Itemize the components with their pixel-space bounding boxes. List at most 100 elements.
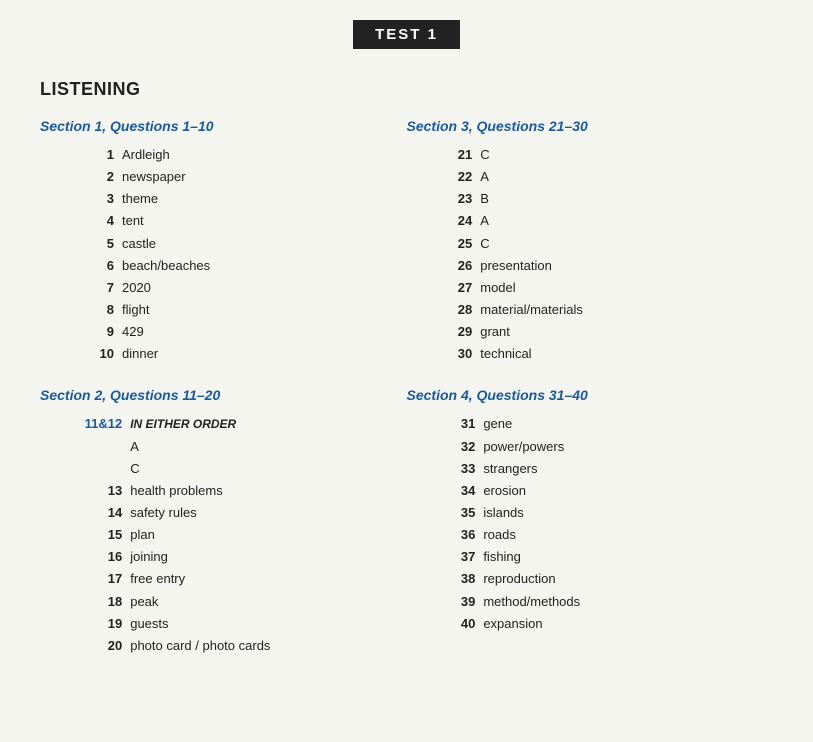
table-row: A [40,436,407,458]
question-answer: expansion [479,613,773,635]
question-answer: joining [126,546,406,568]
section2-table: 11&12IN EITHER ORDERAC13health problems1… [40,413,407,657]
question-number: 13 [40,480,126,502]
question-answer: A [476,210,773,232]
question-answer: Ardleigh [118,144,407,166]
section1-table: 1Ardleigh2newspaper3theme4tent5castle6be… [40,144,407,365]
question-number: 26 [407,255,477,277]
question-answer: A [126,436,406,458]
question-number: 8 [40,299,118,321]
question-number: 15 [40,524,126,546]
question-number: 37 [407,546,480,568]
left-column: Section 1, Questions 1–10 1Ardleigh2news… [40,118,407,679]
question-answer: dinner [118,343,407,365]
question-answer: beach/beaches [118,255,407,277]
table-row: 24A [407,210,774,232]
table-row: 36roads [407,524,774,546]
section1-heading: Section 1, Questions 1–10 [40,118,407,134]
section4-table: 31gene32power/powers33strangers34erosion… [407,413,774,634]
question-answer: reproduction [479,568,773,590]
table-row: 6beach/beaches [40,255,407,277]
question-answer: roads [479,524,773,546]
question-number: 30 [407,343,477,365]
table-row: 32power/powers [407,436,774,458]
table-row: 26presentation [407,255,774,277]
table-row: 39method/methods [407,591,774,613]
question-number: 34 [407,480,480,502]
question-answer: peak [126,591,406,613]
table-row: 2newspaper [40,166,407,188]
table-row: 14safety rules [40,502,407,524]
question-number: 4 [40,210,118,232]
table-row: 28material/materials [407,299,774,321]
question-number: 17 [40,568,126,590]
question-number: 1 [40,144,118,166]
question-answer: safety rules [126,502,406,524]
question-number: 35 [407,502,480,524]
question-number [40,458,126,480]
question-answer: model [476,277,773,299]
question-answer: C [476,233,773,255]
question-answer: photo card / photo cards [126,635,406,657]
section4-heading: Section 4, Questions 31–40 [407,387,774,403]
question-number: 3 [40,188,118,210]
question-number: 20 [40,635,126,657]
question-number: 16 [40,546,126,568]
table-row: 35islands [407,502,774,524]
question-answer: power/powers [479,436,773,458]
question-number: 28 [407,299,477,321]
question-number: 7 [40,277,118,299]
table-row: 30technical [407,343,774,365]
table-row: 40expansion [407,613,774,635]
question-answer: C [126,458,406,480]
table-row: 17free entry [40,568,407,590]
question-answer: C [476,144,773,166]
table-row: 31gene [407,413,774,435]
question-number: 18 [40,591,126,613]
table-row: 38reproduction [407,568,774,590]
question-answer: erosion [479,480,773,502]
question-number: 25 [407,233,477,255]
question-number [40,436,126,458]
table-row: 21C [407,144,774,166]
question-answer: islands [479,502,773,524]
table-row: 16joining [40,546,407,568]
table-row: 23B [407,188,774,210]
table-row: 3theme [40,188,407,210]
table-row: 1Ardleigh [40,144,407,166]
question-answer: newspaper [118,166,407,188]
table-row: 33strangers [407,458,774,480]
question-number: 5 [40,233,118,255]
question-answer: theme [118,188,407,210]
question-number: 21 [407,144,477,166]
question-answer: castle [118,233,407,255]
question-number: 27 [407,277,477,299]
question-number: 2 [40,166,118,188]
table-row: 27model [407,277,774,299]
table-row: 25C [407,233,774,255]
question-number: 32 [407,436,480,458]
question-answer: 2020 [118,277,407,299]
question-number: 39 [407,591,480,613]
table-row: C [40,458,407,480]
section3-table: 21C22A23B24A25C26presentation27model28ma… [407,144,774,365]
question-answer: flight [118,299,407,321]
question-answer: material/materials [476,299,773,321]
table-row: 15plan [40,524,407,546]
question-number: 24 [407,210,477,232]
section3-heading: Section 3, Questions 21–30 [407,118,774,134]
section2-heading: Section 2, Questions 11–20 [40,387,407,403]
question-number: 10 [40,343,118,365]
question-answer: presentation [476,255,773,277]
question-number: 14 [40,502,126,524]
question-number: 31 [407,413,480,435]
question-number: 29 [407,321,477,343]
table-row: 22A [407,166,774,188]
either-order-label: IN EITHER ORDER [126,413,406,435]
question-answer: health problems [126,480,406,502]
question-number: 36 [407,524,480,546]
table-row: 18peak [40,591,407,613]
question-number: 22 [407,166,477,188]
table-row: 8flight [40,299,407,321]
question-answer: 429 [118,321,407,343]
